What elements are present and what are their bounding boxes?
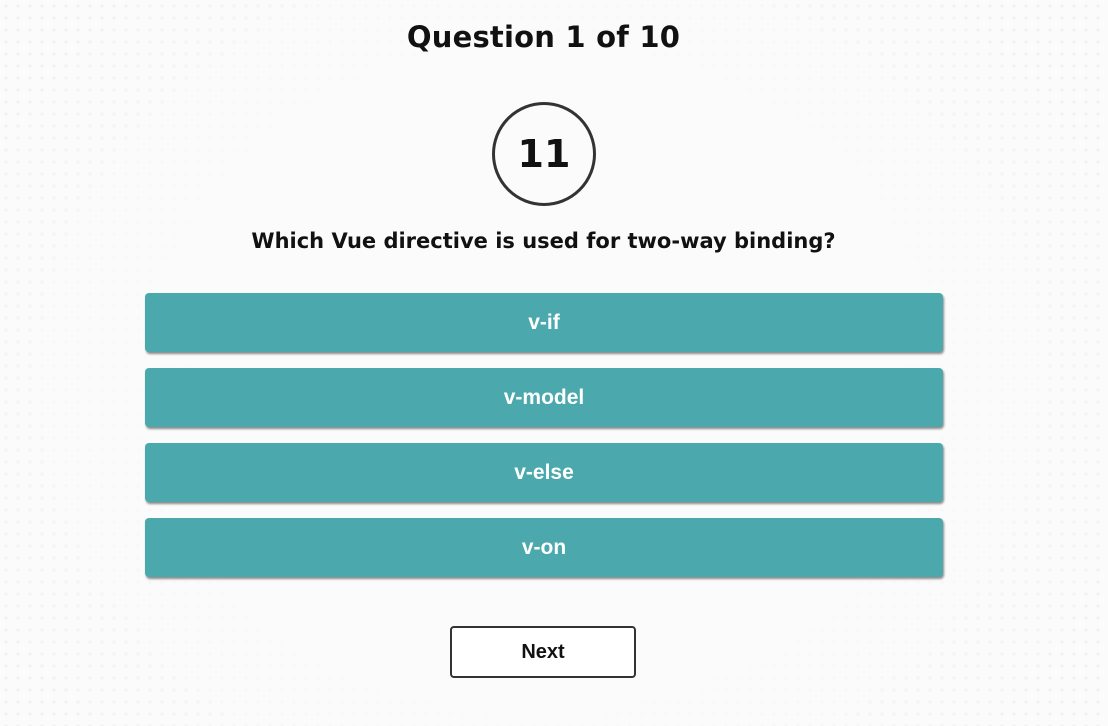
answer-option-label: v-if — [528, 310, 560, 334]
answer-option-label: v-else — [514, 460, 574, 484]
answer-options: v-if v-model v-else v-on — [145, 293, 943, 593]
answer-option-v-on[interactable]: v-on — [145, 518, 943, 577]
answer-option-label: v-on — [521, 535, 567, 559]
question-counter: Question 1 of 10 — [406, 20, 681, 54]
answer-option-label: v-model — [503, 385, 585, 409]
answer-option-v-else[interactable]: v-else — [145, 443, 943, 502]
timer-value: 11 — [517, 132, 571, 176]
countdown-timer: 11 — [492, 102, 596, 206]
next-button[interactable]: Next — [450, 626, 636, 678]
answer-option-v-model[interactable]: v-model — [145, 368, 943, 427]
next-button-label: Next — [521, 640, 565, 663]
question-text: Which Vue directive is used for two-way … — [251, 229, 836, 253]
answer-option-v-if[interactable]: v-if — [145, 293, 943, 352]
quiz-container: Question 1 of 10 11 Which Vue directive … — [0, 0, 1108, 726]
